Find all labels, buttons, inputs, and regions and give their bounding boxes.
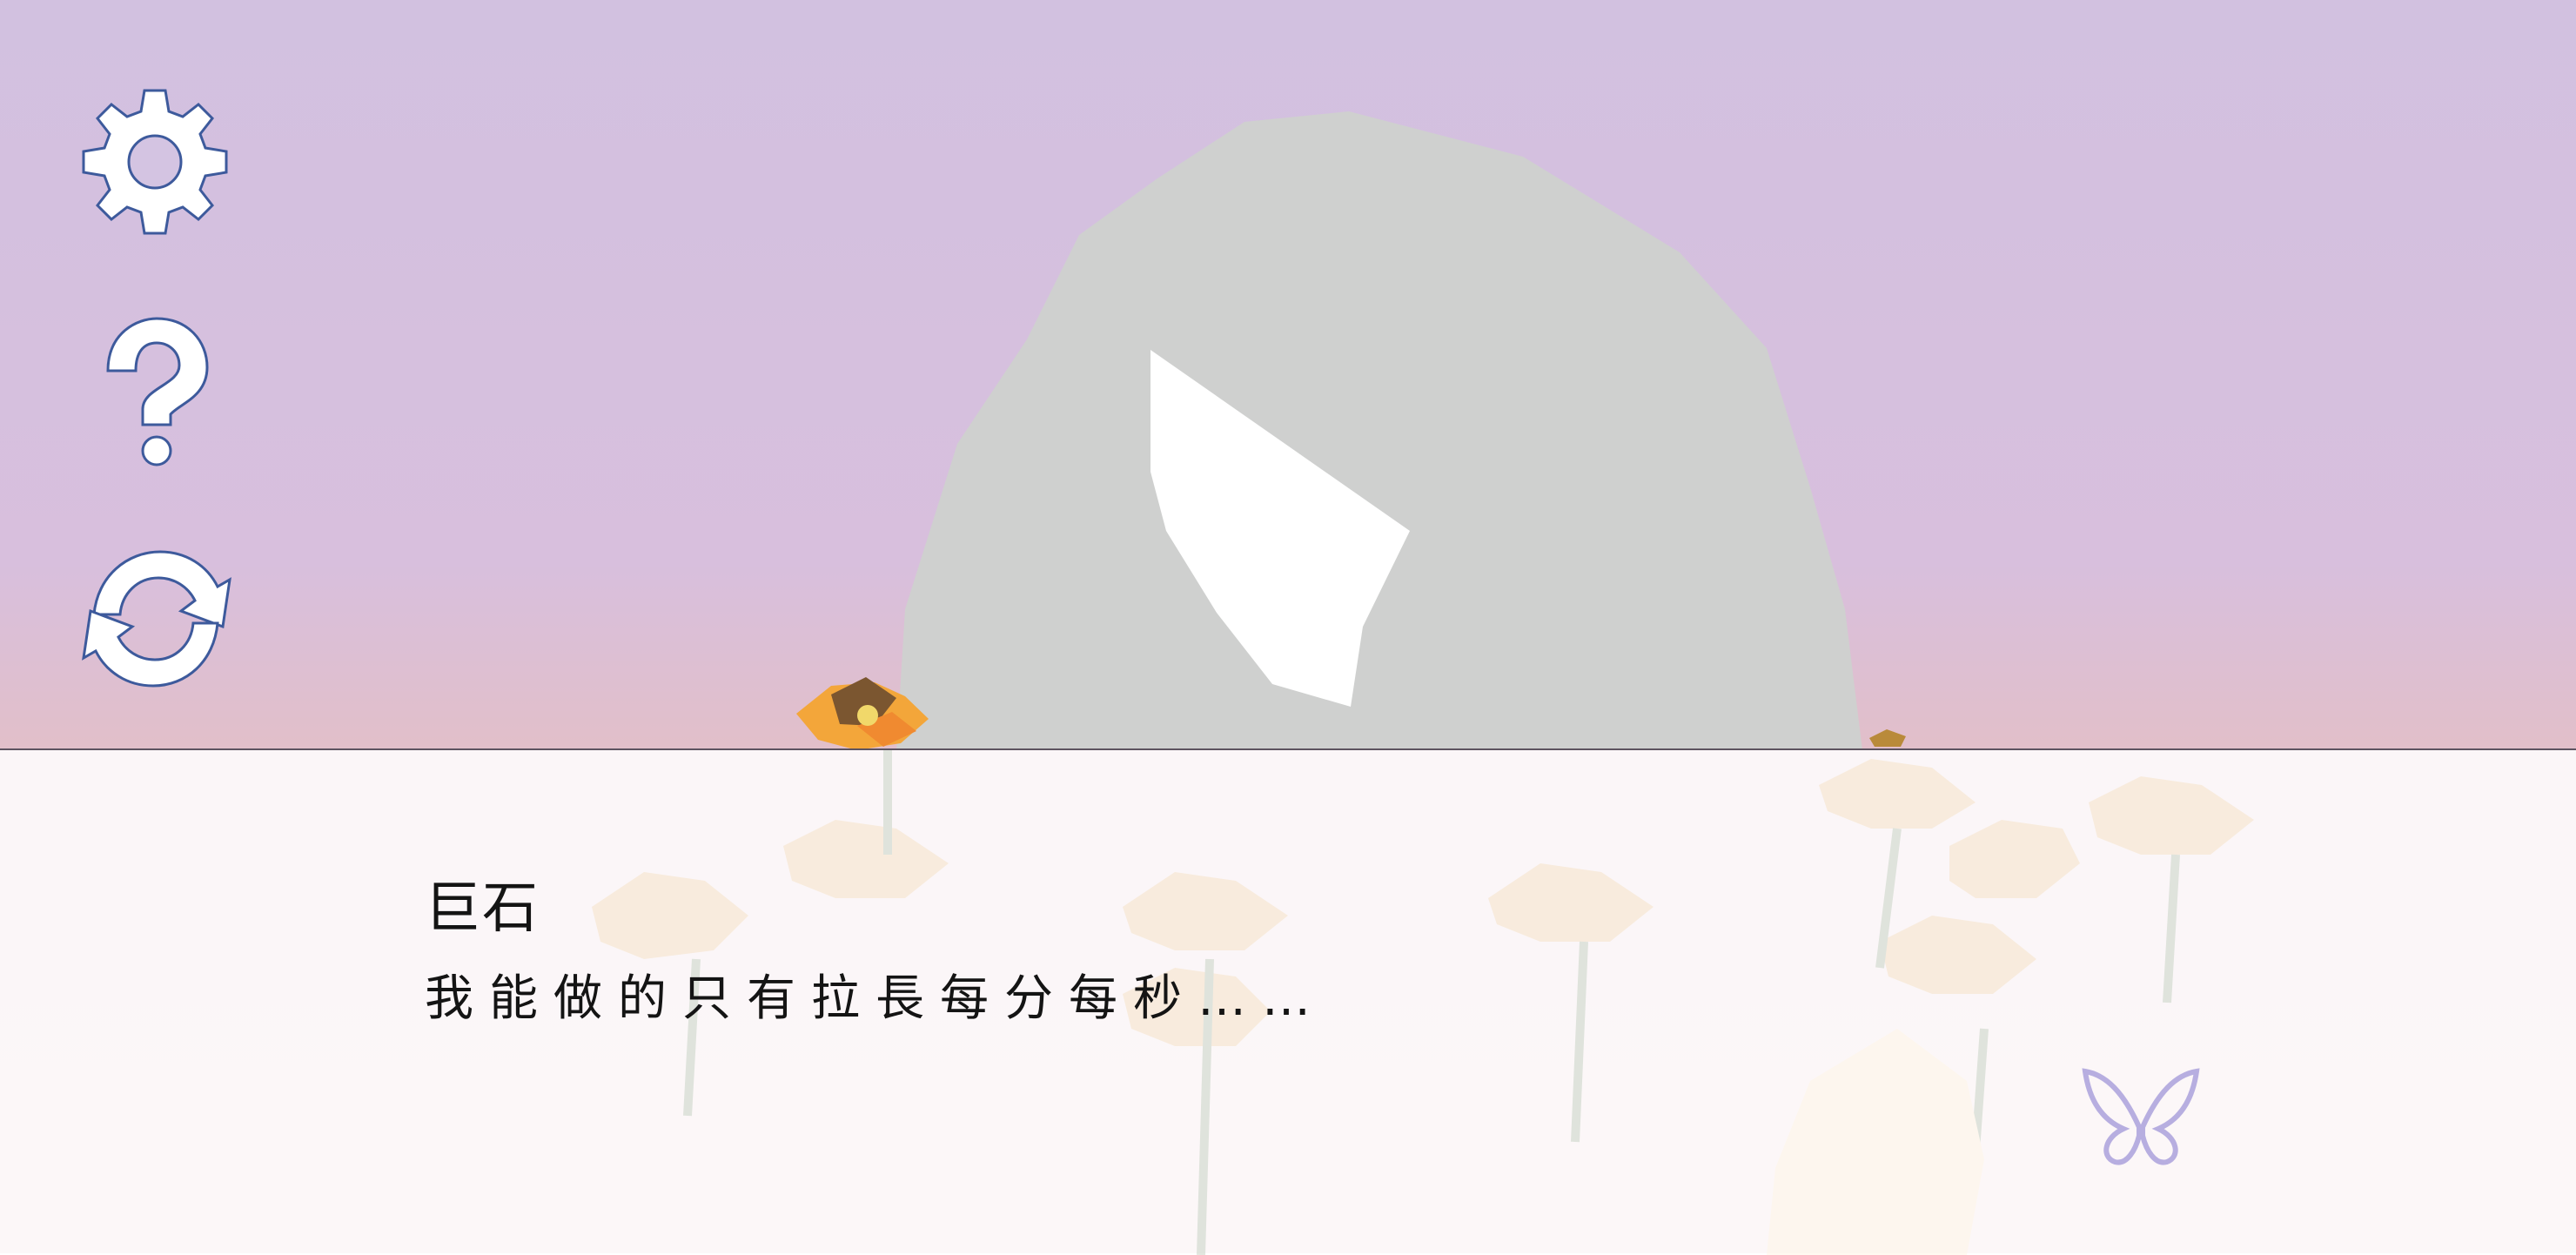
question-mark-icon xyxy=(106,317,209,466)
gear-icon xyxy=(82,89,228,235)
speaker-name: 巨石 xyxy=(425,876,540,941)
dialog-text: 我能做的只有拉長每分每秒…… xyxy=(425,970,1326,1027)
settings-button[interactable] xyxy=(77,84,233,240)
flower-right xyxy=(1869,729,1906,747)
restart-button[interactable] xyxy=(77,540,233,696)
help-button[interactable] xyxy=(77,313,233,470)
restart-arrows-icon xyxy=(82,550,231,688)
continue-indicator[interactable] xyxy=(2080,1066,2202,1171)
background-egg xyxy=(1767,1029,1984,1255)
dialog-box[interactable]: 巨石 我能做的只有拉長每分每秒…… xyxy=(0,748,2576,1255)
boulder xyxy=(896,111,1862,750)
butterfly-icon xyxy=(2082,1068,2200,1165)
